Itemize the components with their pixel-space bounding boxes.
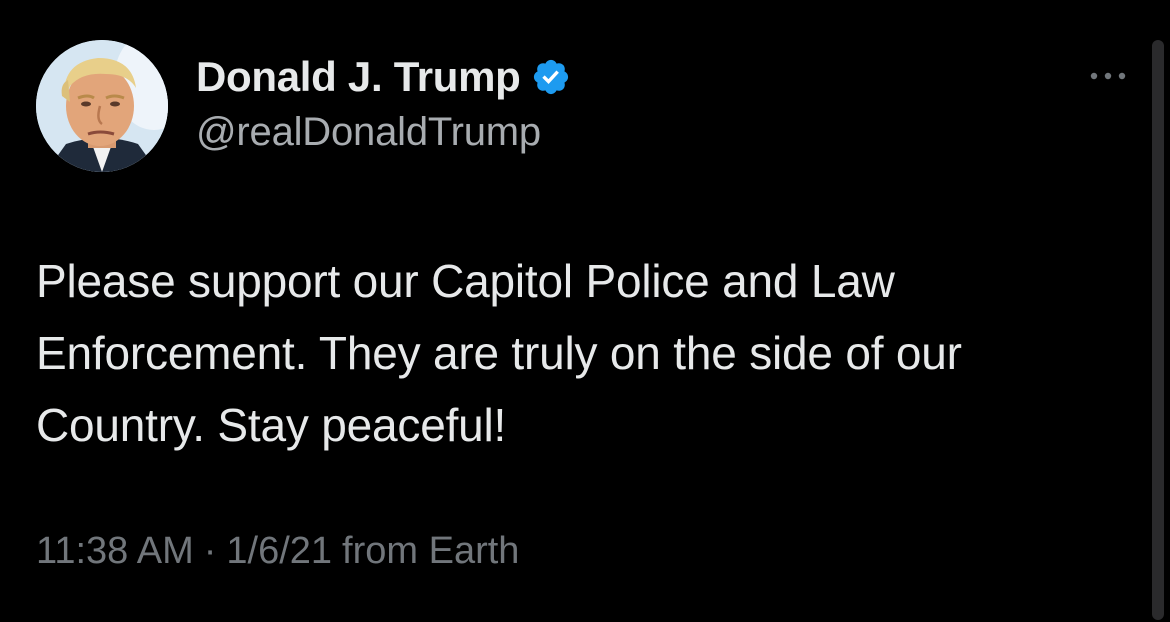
author-handle[interactable]: @realDonaldTrump [196, 110, 541, 155]
tweet-time[interactable]: 11:38 AM [36, 530, 194, 573]
tweet-text: Please support our Capitol Police and La… [36, 255, 962, 451]
avatar-image [36, 40, 168, 172]
tweet-source: from Earth [342, 530, 520, 572]
author-name-row: Donald J. Trump [196, 52, 571, 102]
verified-badge-icon[interactable] [531, 57, 571, 97]
meta-separator: · [203, 530, 217, 572]
tweet-date[interactable]: 1/6/21 [226, 530, 332, 573]
author-avatar[interactable] [36, 40, 168, 172]
scrollbar[interactable] [1152, 40, 1164, 620]
tweet-metadata: 11:38 AM · 1/6/21 from Earth [36, 530, 519, 573]
more-options-icon[interactable] [1084, 62, 1132, 90]
author-display-name[interactable]: Donald J. Trump [196, 53, 521, 101]
tweet-card: Donald J. Trump @realDonaldTrump Please … [0, 0, 1170, 622]
